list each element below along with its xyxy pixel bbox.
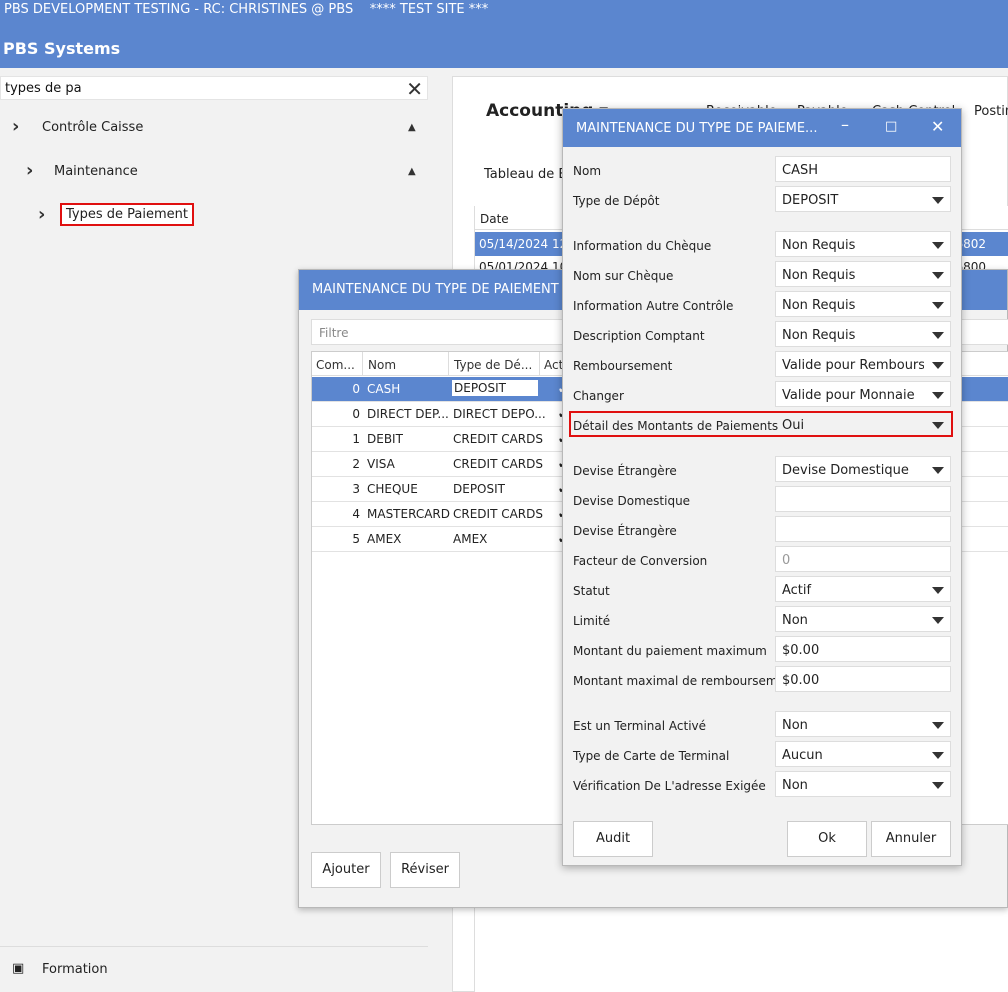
cancel-button[interactable]: Annuler xyxy=(871,821,951,857)
field-label: Devise Domestique xyxy=(573,494,691,508)
training-icon: ▣ xyxy=(12,961,25,976)
field-label: Devise Étrangère xyxy=(573,524,677,538)
field-label: Montant du paiement maximum xyxy=(573,644,767,658)
dropdown-arrow-icon xyxy=(932,722,944,729)
dropdown-arrow-icon xyxy=(932,617,944,624)
clear-search-icon[interactable]: ✕ xyxy=(406,77,423,101)
change-select[interactable]: Valide pour Monnaie xyxy=(775,381,951,407)
revise-button[interactable]: Réviser xyxy=(390,852,460,888)
dialog-title-bar[interactable]: MAINTENANCE DU TYPE DE PAIEME... – □ ✕ xyxy=(563,109,961,147)
dropdown-arrow-icon xyxy=(932,362,944,369)
field-label: Vérification De L'adresse Exigée xyxy=(573,779,766,793)
dialog-title: MAINTENANCE DU TYPE DE PAIEME... xyxy=(576,121,818,136)
column-deposit-type[interactable]: Type de Dé... xyxy=(454,358,532,372)
deposit-type-select[interactable]: DEPOSIT xyxy=(775,186,951,212)
dropdown-arrow-icon xyxy=(932,302,944,309)
close-icon[interactable]: ✕ xyxy=(931,117,944,136)
domestic-currency-field[interactable] xyxy=(775,486,951,512)
field-label: Statut xyxy=(573,584,610,598)
chevron-right-icon[interactable]: › xyxy=(26,160,33,181)
app-name: PBS Systems xyxy=(3,39,121,58)
audit-button[interactable]: Audit xyxy=(573,821,653,857)
payment-type-edit-dialog: MAINTENANCE DU TYPE DE PAIEME... – □ ✕ N… xyxy=(562,108,962,866)
tab-posting[interactable]: Posting xyxy=(974,104,1008,119)
sidebar-item-controle-caisse[interactable]: Contrôle Caisse xyxy=(42,120,143,135)
payment-amount-detail-select[interactable]: Oui xyxy=(775,411,951,437)
title-bar: PBS DEVELOPMENT TESTING - RC: CHRISTINES… xyxy=(0,0,1008,68)
ok-button[interactable]: Ok xyxy=(787,821,867,857)
dialog-title: MAINTENANCE DU TYPE DE PAIEMENT xyxy=(312,282,559,297)
field-label: Type de Dépôt xyxy=(573,194,660,208)
dropdown-arrow-icon xyxy=(932,587,944,594)
dropdown-arrow-icon xyxy=(932,422,944,429)
column-date: Date xyxy=(480,212,509,226)
window-title: PBS DEVELOPMENT TESTING - RC: CHRISTINES… xyxy=(4,2,489,17)
field-label: Limité xyxy=(573,614,611,628)
terminal-enabled-select[interactable]: Non xyxy=(775,711,951,737)
dropdown-arrow-icon xyxy=(932,752,944,759)
field-label: Facteur de Conversion xyxy=(573,554,708,568)
cheque-info-select[interactable]: Non Requis xyxy=(775,231,951,257)
foreign-currency-field[interactable] xyxy=(775,516,951,542)
sidebar-item-maintenance[interactable]: Maintenance xyxy=(54,164,138,179)
chevron-right-icon[interactable]: › xyxy=(12,116,19,137)
cash-description-select[interactable]: Non Requis xyxy=(775,321,951,347)
field-label: Type de Carte de Terminal xyxy=(573,749,730,763)
dropdown-arrow-icon xyxy=(932,332,944,339)
dropdown-arrow-icon xyxy=(932,467,944,474)
conversion-factor-field[interactable]: 0 xyxy=(775,546,951,572)
address-verification-select[interactable]: Non xyxy=(775,771,951,797)
field-label: Devise Étrangère xyxy=(573,464,677,478)
sidebar-item-types-de-paiement[interactable]: Types de Paiement xyxy=(60,203,194,226)
refund-select[interactable]: Valide pour Remboursement xyxy=(775,351,951,377)
max-payment-field[interactable]: $0.00 xyxy=(775,636,951,662)
field-label: Nom sur Chèque xyxy=(573,269,674,283)
field-label: Description Comptant xyxy=(573,329,705,343)
field-label: Information Autre Contrôle xyxy=(573,299,734,313)
maximize-icon[interactable]: □ xyxy=(885,119,897,134)
collapse-icon[interactable]: ▲ xyxy=(408,122,416,133)
field-label: Changer xyxy=(573,389,624,403)
field-label: Détail des Montants de Paiements xyxy=(573,419,779,433)
field-label: Remboursement xyxy=(573,359,673,373)
cheque-name-select[interactable]: Non Requis xyxy=(775,261,951,287)
sidebar-footer: ▣ Formation xyxy=(0,946,428,992)
field-label: Est un Terminal Activé xyxy=(573,719,707,733)
dropdown-arrow-icon xyxy=(932,392,944,399)
chevron-right-icon[interactable]: › xyxy=(38,204,45,225)
terminal-card-type-select[interactable]: Aucun xyxy=(775,741,951,767)
search-input[interactable]: types de pa ✕ xyxy=(0,76,428,101)
status-select[interactable]: Actif xyxy=(775,576,951,602)
field-label: Information du Chèque xyxy=(573,239,712,253)
column-name[interactable]: Nom xyxy=(368,358,396,372)
foreign-currency-select[interactable]: Devise Domestique xyxy=(775,456,951,482)
minimize-icon[interactable]: – xyxy=(841,115,849,134)
field-label: Nom xyxy=(573,164,602,178)
dropdown-arrow-icon xyxy=(932,782,944,789)
dropdown-arrow-icon xyxy=(932,242,944,249)
add-button[interactable]: Ajouter xyxy=(311,852,381,888)
dropdown-arrow-icon xyxy=(932,197,944,204)
column-code[interactable]: Com... xyxy=(316,358,355,372)
collapse-icon[interactable]: ▲ xyxy=(408,166,416,177)
field-label: Montant maximal de remboursement xyxy=(573,674,798,688)
limited-select[interactable]: Non xyxy=(775,606,951,632)
sidebar-item-formation[interactable]: Formation xyxy=(42,962,108,977)
max-refund-field[interactable]: $0.00 xyxy=(775,666,951,692)
search-value: types de pa xyxy=(5,81,82,96)
dropdown-arrow-icon xyxy=(932,272,944,279)
other-control-select[interactable]: Non Requis xyxy=(775,291,951,317)
name-field[interactable]: CASH xyxy=(775,156,951,182)
